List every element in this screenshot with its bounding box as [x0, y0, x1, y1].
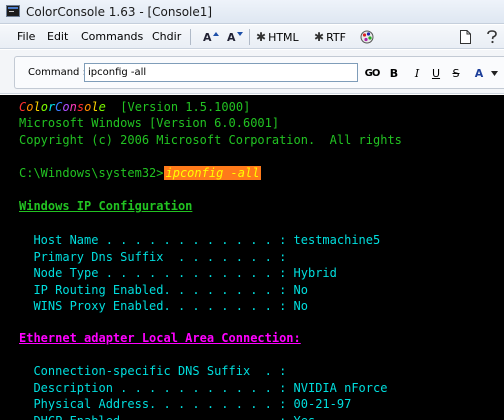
brand-letter: l: [33, 100, 41, 114]
font-increase-icon: A: [203, 30, 212, 44]
window-title: ColorConsole 1.63 - [Console1]: [26, 5, 213, 19]
arrow-down-icon: [236, 32, 243, 36]
command-label: Command :: [28, 67, 86, 78]
console-output-line: Connection-specific DNS Suffix . :: [19, 364, 287, 378]
section-heading-ip-config: Windows IP Configuration: [19, 199, 193, 213]
console-prompt-line: C:\Windows\system32> ipconfig -all: [19, 165, 262, 181]
italic-button[interactable]: I: [411, 65, 423, 81]
chevron-down-icon: [490, 70, 498, 76]
section-heading-ethernet: Ethernet adapter Local Area Connection:: [19, 331, 301, 345]
italic-icon: I: [414, 66, 420, 80]
console-banner-line: ColorConsole [Version 1.5.1000]: [19, 99, 250, 115]
toolbar-separator: [190, 29, 191, 45]
console-os-line: Microsoft Windows [Version 6.0.6001]: [19, 116, 280, 130]
console-output-line: IP Routing Enabled. . . . . . . . : No: [19, 282, 308, 297]
bold-button[interactable]: B: [388, 65, 400, 81]
text-color-dropdown[interactable]: [489, 65, 499, 81]
console-app-icon[interactable]: [6, 5, 20, 17]
bold-icon: B: [389, 66, 399, 80]
help-icon: [487, 30, 497, 44]
command-input[interactable]: [84, 63, 358, 82]
export-html-button[interactable]: ✱ HTML: [256, 29, 299, 45]
go-label: GO: [364, 67, 381, 79]
console-output-line: Primary Dns Suffix . . . . . . . :: [19, 249, 287, 264]
export-rtf-button[interactable]: ✱ RTF: [314, 29, 346, 45]
underline-icon: U: [431, 66, 441, 80]
text-color-icon: A: [474, 66, 484, 80]
menu-file[interactable]: File: [17, 30, 35, 43]
palette-icon: [360, 30, 374, 44]
console-version: [Version 1.5.1000]: [105, 100, 251, 114]
console-output-line: DHCP Enabled. . . . . . . . . . . : Yes: [19, 413, 315, 420]
toolbar-separator: [249, 29, 250, 45]
help-button[interactable]: [486, 29, 498, 45]
menu-commands[interactable]: Commands: [81, 30, 143, 43]
arrow-up-icon: [212, 32, 219, 36]
strikethrough-button[interactable]: S: [450, 65, 462, 81]
increase-font-button[interactable]: A: [203, 29, 219, 45]
text-color-button[interactable]: A: [472, 65, 486, 81]
console-output-line: WINS Proxy Enabled. . . . . . . . : No: [19, 299, 308, 313]
console-prompt: C:\Windows\system32>: [19, 166, 164, 180]
title-bar[interactable]: ColorConsole 1.63 - [Console1]: [0, 0, 504, 24]
bug-icon: ✱: [256, 30, 267, 44]
underline-button[interactable]: U: [430, 65, 442, 81]
export-html-label: HTML: [268, 30, 299, 44]
document-icon: [460, 30, 471, 44]
color-palette-button[interactable]: [360, 29, 374, 45]
colorconsole-brand: ColorConsole: [19, 100, 106, 114]
brand-letter: o: [40, 100, 48, 114]
menu-edit[interactable]: Edit: [47, 30, 68, 43]
brand-letter: e: [98, 100, 106, 114]
go-button[interactable]: GO: [364, 65, 381, 81]
brand-letter: n: [69, 100, 77, 114]
bug-icon: ✱: [314, 30, 325, 44]
brand-letter: l: [91, 100, 99, 114]
new-document-button[interactable]: [460, 29, 471, 45]
menu-bar: File Edit Commands Chdir A A ✱ HTML ✱ RT…: [0, 25, 504, 49]
console-output-line: Node Type . . . . . . . . . . . . : Hybr…: [19, 266, 337, 280]
console-output[interactable]: ColorConsole [Version 1.5.1000] Microsof…: [0, 95, 504, 420]
font-decrease-icon: A: [227, 30, 236, 44]
brand-letter: o: [62, 100, 70, 114]
console-output-line: Host Name . . . . . . . . . . . . : test…: [19, 233, 381, 247]
menu-chdir[interactable]: Chdir: [152, 30, 181, 43]
console-copyright-line: Copyright (c) 2006 Microsoft Corporation…: [19, 133, 402, 147]
typed-command: ipconfig -all: [163, 166, 262, 180]
console-output-line: Description . . . . . . . . . . . : NVID…: [19, 380, 388, 395]
command-panel: Command : GO B I U S A: [0, 50, 504, 94]
console-output-line: Physical Address. . . . . . . . . : 00-2…: [19, 397, 352, 411]
decrease-font-button[interactable]: A: [227, 29, 243, 45]
export-rtf-label: RTF: [326, 30, 346, 44]
strikethrough-icon: S: [452, 66, 460, 80]
